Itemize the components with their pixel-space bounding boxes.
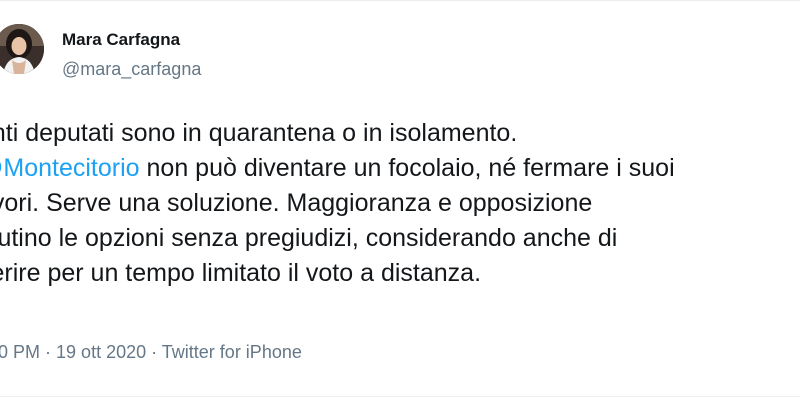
tweet-time[interactable]: 40 PM [0, 342, 40, 362]
author-name[interactable]: Mara Carfagna [62, 30, 180, 50]
tweet-text: anti deputati sono in quarantena o in is… [0, 116, 800, 291]
meta-separator: · [40, 342, 57, 362]
tweet-line-2: @Montecitorio non può diventare un focol… [0, 151, 800, 186]
meta-separator: · [146, 342, 162, 362]
avatar[interactable] [0, 24, 44, 74]
avatar-image [0, 24, 44, 74]
tweet-line-1: anti deputati sono in quarantena o in is… [0, 119, 518, 147]
tweet-card: Mara Carfagna @mara_carfagna anti deputa… [0, 0, 800, 400]
tweet-line-3: avori. Serve una soluzione. Maggioranza … [0, 189, 593, 217]
tweet-source[interactable]: Twitter for iPhone [162, 342, 302, 362]
tweet-meta: 40 PM · 19 ott 2020 · Twitter for iPhone [0, 342, 302, 363]
top-divider [0, 0, 800, 1]
tweet-line-4: alutino le opzioni senza pregiudizi, con… [0, 224, 618, 252]
bottom-divider [0, 396, 800, 397]
tweet-line-5: serire per un tempo limitato il voto a d… [0, 259, 482, 287]
tweet-date[interactable]: 19 ott 2020 [56, 342, 146, 362]
mention-link[interactable]: @Montecitorio [0, 154, 140, 182]
author-handle[interactable]: @mara_carfagna [62, 59, 201, 80]
tweet-line-2-text: non può diventare un focolaio, né fermar… [139, 154, 675, 182]
